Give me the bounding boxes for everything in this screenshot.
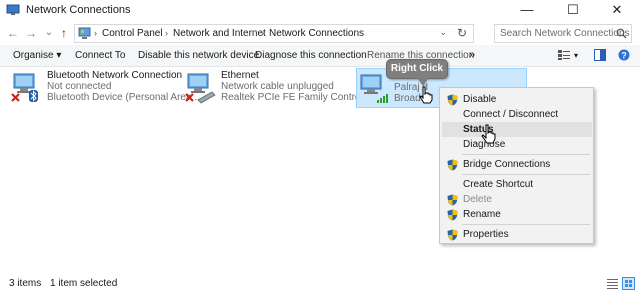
network-connections-icon xyxy=(6,4,20,15)
refresh-icon[interactable]: ↻ xyxy=(457,26,467,40)
menu-item-properties[interactable]: Properties xyxy=(442,227,592,242)
breadcrumb-control-panel[interactable]: Control Panel xyxy=(102,28,163,39)
address-row: ← → ⌄ ↑ › Control Panel › Network and In… xyxy=(0,22,640,44)
search-input[interactable]: Search Network Connections xyxy=(494,24,632,43)
breadcrumb-network-connections[interactable]: Network Connections xyxy=(269,28,364,39)
back-button[interactable]: ← xyxy=(6,25,20,41)
menu-separator xyxy=(462,154,590,155)
menu-item-rename[interactable]: Rename xyxy=(442,207,592,222)
connection-status: Not connected xyxy=(47,81,112,92)
right-click-callout: Right Click xyxy=(386,59,448,79)
recent-locations-button[interactable]: ⌄ xyxy=(42,25,56,41)
list-item-ethernet[interactable]: Ethernet Network cable unplugged Realtek… xyxy=(184,68,374,108)
list-item-bluetooth[interactable]: Bluetooth Network Connection Not connect… xyxy=(10,68,203,108)
bluetooth-network-icon xyxy=(11,73,38,102)
up-button[interactable]: ↑ xyxy=(57,25,71,41)
menu-item-disable[interactable]: Disable xyxy=(442,92,592,107)
details-view-icon[interactable] xyxy=(607,278,618,289)
menu-item-label: Rename xyxy=(463,209,501,220)
address-dropdown-icon[interactable]: ⌄ xyxy=(439,27,447,38)
menu-item-diagnose[interactable]: Diagnose xyxy=(442,137,592,152)
menu-item-bridge-connections[interactable]: Bridge Connections xyxy=(442,157,592,172)
menu-item-delete[interactable]: Delete xyxy=(442,192,592,207)
hand-cursor-icon xyxy=(419,86,433,104)
error-x-icon xyxy=(185,93,194,102)
menu-item-create-shortcut[interactable]: Create Shortcut xyxy=(442,177,592,192)
preview-pane-icon[interactable] xyxy=(594,49,606,61)
menu-item-label: Create Shortcut xyxy=(463,179,534,190)
menu-item-label: Bridge Connections xyxy=(463,159,551,170)
window-title: Network Connections xyxy=(26,4,131,16)
maximize-button[interactable]: ☐ xyxy=(550,0,596,21)
breadcrumb-network-and-internet[interactable]: Network and Internet xyxy=(173,28,266,39)
connection-status: Network cable unplugged xyxy=(221,81,334,92)
signal-bars-icon xyxy=(377,94,388,103)
connection-name: Bluetooth Network Connection xyxy=(47,70,183,81)
breadcrumb-separator: › xyxy=(165,28,168,38)
command-bar: Organise ▾ Connect To Disable this netwo… xyxy=(0,45,640,67)
menu-item-label: Disable xyxy=(463,94,497,105)
connect-to-button[interactable]: Connect To xyxy=(75,50,125,61)
search-icon xyxy=(616,28,627,39)
context-menu: Disable Connect / Disconnect Status Diag… xyxy=(439,87,594,244)
item-count: 3 items xyxy=(9,278,42,289)
breadcrumb-separator: › xyxy=(94,28,97,38)
forward-button[interactable]: → xyxy=(24,25,38,41)
close-button[interactable]: ✕ xyxy=(594,0,640,21)
ethernet-icon xyxy=(185,73,216,104)
view-options-dropdown-icon[interactable]: ▾ xyxy=(574,51,578,60)
uac-shield-icon xyxy=(447,209,458,221)
uac-shield-icon xyxy=(447,94,458,106)
change-view-icon[interactable] xyxy=(557,49,571,61)
svg-text:?: ? xyxy=(621,51,627,61)
hand-cursor-icon xyxy=(481,124,496,144)
connection-device: Bluetooth Device (Personal Area ... xyxy=(47,92,203,103)
connection-name: Ethernet xyxy=(221,70,259,81)
help-icon[interactable]: ? xyxy=(618,49,630,61)
control-panel-icon xyxy=(78,27,91,39)
uac-shield-icon xyxy=(447,229,458,241)
status-bar: 3 items 1 item selected xyxy=(0,275,640,292)
menu-separator xyxy=(462,224,590,225)
tiles-view-icon[interactable] xyxy=(622,277,635,290)
selection-count: 1 item selected xyxy=(50,278,118,289)
diagnose-connection-button[interactable]: Diagnose this connection xyxy=(255,50,367,61)
address-bar[interactable]: › Control Panel › Network and Internet ›… xyxy=(74,24,474,43)
connection-device: Realtek PCIe FE Family Controller xyxy=(221,92,374,103)
error-x-icon xyxy=(11,93,20,102)
title-bar: Network Connections — ☐ ✕ xyxy=(0,0,640,21)
menu-item-status[interactable]: Status xyxy=(442,122,592,137)
search-placeholder: Search Network Connections xyxy=(500,28,630,39)
organise-button[interactable]: Organise ▾ xyxy=(13,50,61,61)
menu-separator xyxy=(462,174,590,175)
menu-item-connect-disconnect[interactable]: Connect / Disconnect xyxy=(442,107,592,122)
breadcrumb-separator: › xyxy=(261,28,264,38)
uac-shield-icon xyxy=(447,194,458,206)
uac-shield-icon xyxy=(447,159,458,171)
menu-item-label: Properties xyxy=(463,229,509,240)
more-commands-button[interactable]: » xyxy=(469,49,475,61)
minimize-button[interactable]: — xyxy=(504,0,550,21)
callout-pointer xyxy=(417,78,429,86)
disable-device-button[interactable]: Disable this network device xyxy=(138,50,259,61)
menu-item-label: Connect / Disconnect xyxy=(463,109,559,120)
menu-item-label: Delete xyxy=(463,194,492,205)
